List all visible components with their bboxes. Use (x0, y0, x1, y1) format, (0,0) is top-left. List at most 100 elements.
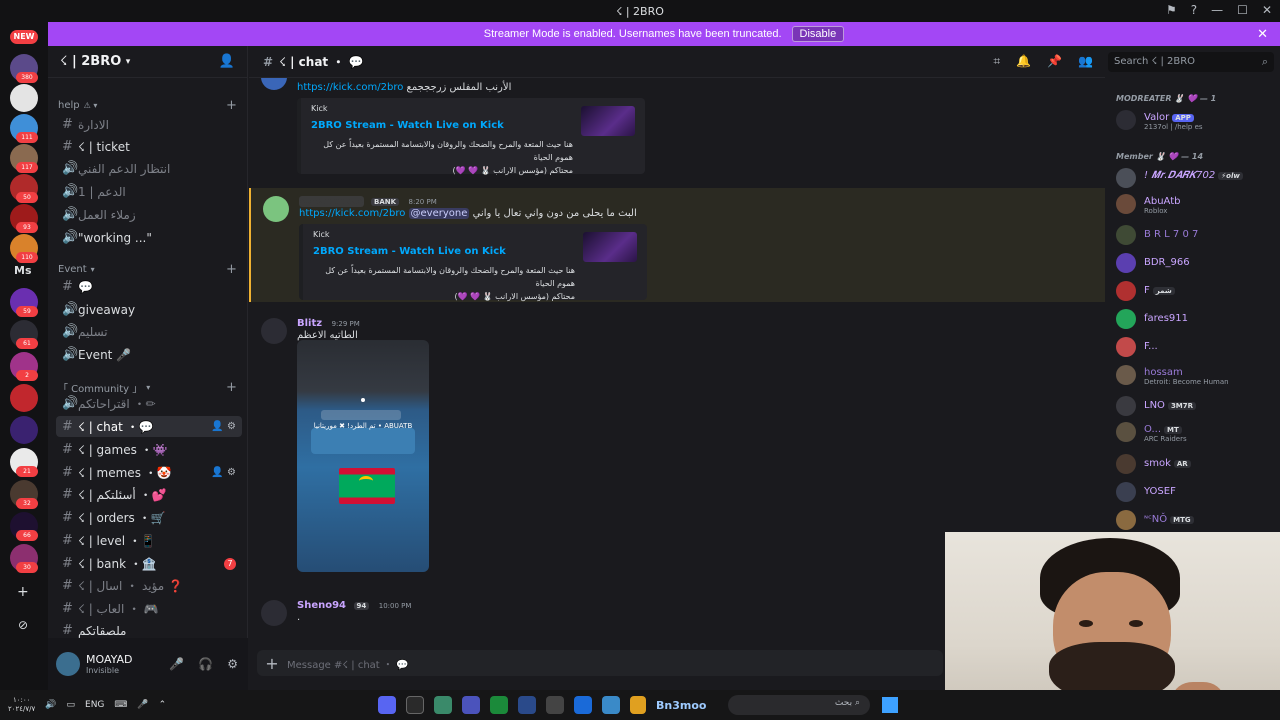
message-link[interactable]: https://kick.com/2bro (299, 208, 405, 219)
embed-thumbnail[interactable] (581, 106, 635, 136)
avatar[interactable] (56, 652, 80, 676)
keyboard-icon[interactable]: ⌨ (114, 700, 127, 710)
member-item[interactable]: O... MT ARC Raiders (1116, 422, 1276, 444)
taskbar-app-label[interactable]: Bn3moo (656, 699, 706, 712)
windows-start-icon[interactable] (882, 697, 898, 713)
pin-icon[interactable]: 📌 (1047, 54, 1062, 69)
voice-channel-item[interactable]: 🔊 انتظار الدعم الفني (56, 158, 242, 179)
member-item[interactable]: ! 𝑴𝒓.𝑫𝑨𝑹𝑲702 ⚡olw (1116, 168, 1276, 190)
language-indicator[interactable]: ENG (85, 700, 104, 710)
server-text-icon[interactable]: Ms (14, 264, 32, 277)
discover-icon[interactable]: ⊘ (18, 618, 28, 632)
everyone-mention[interactable]: @everyone (408, 208, 470, 219)
microphone-icon[interactable]: 🎤 (169, 657, 184, 671)
member-item[interactable]: F... (1116, 337, 1276, 359)
app-icon[interactable] (574, 696, 592, 714)
message-author[interactable]: Blitz 9:29 PM (297, 318, 360, 329)
image-attachment[interactable]: تم الطرد! ✖ موريتانيا • ABUATB (297, 340, 429, 572)
app-icon[interactable] (434, 696, 452, 714)
channel-item[interactable]: # ☇ | bank ・🏦 7 (56, 553, 242, 574)
folder-icon[interactable] (630, 696, 646, 714)
channel-item[interactable]: # ☇ | أسئلتكم ・💕 (56, 484, 242, 505)
search-input[interactable]: Search ☇ | 2BRO ⌕ (1108, 52, 1274, 72)
voice-channel-item[interactable]: 🔊 "working ..." (56, 227, 242, 248)
server-icon[interactable] (10, 384, 38, 412)
voice-channel-item[interactable]: 🔊 giveaway (56, 299, 242, 320)
member-item[interactable]: F شمر (1116, 281, 1276, 303)
embed-title[interactable]: 2BRO Stream - Watch Live on Kick (313, 246, 506, 257)
avatar[interactable] (261, 600, 287, 626)
clock[interactable]: ١٠:٠٠ ٢٠٢٤/٧/٧ (8, 696, 35, 714)
chrome-icon[interactable] (602, 696, 620, 714)
channel-settings-icon[interactable]: 👤 ⚙ (211, 421, 236, 432)
headphones-icon[interactable]: 🎧 (198, 657, 213, 671)
embed-title[interactable]: 2BRO Stream - Watch Live on Kick (311, 120, 504, 131)
message-composer[interactable]: + Message #☇ | chat ・ 💬 (257, 650, 943, 676)
server-icon[interactable] (10, 416, 38, 444)
avatar[interactable] (261, 318, 287, 344)
invite-icon[interactable]: 👤 (219, 54, 235, 69)
gear-icon[interactable]: ⚙ (227, 657, 238, 671)
app-icon[interactable] (546, 696, 564, 714)
member-item[interactable]: fares911 (1116, 309, 1276, 331)
channel-item[interactable]: # ☇ | orders ・🛒 (56, 507, 242, 528)
embed-thumbnail[interactable] (583, 232, 637, 262)
voice-channel-item[interactable]: 🔊 اقتراحاتكم ・✏ (56, 393, 242, 414)
member-item[interactable]: hossam Detroit: Become Human (1116, 365, 1276, 387)
maximize-button[interactable]: ☐ (1237, 3, 1248, 17)
member-item[interactable]: B R L 7 0 7 (1116, 225, 1276, 247)
channel-item[interactable]: # ☇ | مؤيد ・ اسال ❓ (56, 575, 242, 596)
member-item[interactable]: BDR_966 (1116, 253, 1276, 275)
member-item[interactable]: LNO 3M7R (1116, 396, 1276, 418)
member-item[interactable]: smok AR (1116, 454, 1276, 476)
message-link[interactable]: https://kick.com/2bro (297, 82, 403, 93)
message-author[interactable]: xxxxxxxxxx BANK 8:20 PM (299, 196, 437, 207)
avatar[interactable] (261, 78, 287, 90)
add-channel-icon[interactable]: + (226, 262, 237, 277)
chevron-up-icon[interactable]: ⌃ (159, 700, 167, 710)
inbox-icon[interactable]: ⚑ (1166, 3, 1177, 17)
close-banner-icon[interactable]: ✕ (1257, 26, 1268, 42)
voice-channel-item[interactable]: 🔊 تسليم (56, 321, 242, 342)
channel-item[interactable]: # 💬 (56, 276, 242, 297)
mic-tray-icon[interactable]: 🎤 (137, 700, 148, 710)
teams-icon[interactable] (462, 696, 480, 714)
voice-channel-item[interactable]: 🔊 زملاء العمل (56, 204, 242, 225)
member-item[interactable]: ᶰᶜNǑ MTG (1116, 510, 1276, 532)
channel-item[interactable]: # ☇ | games ・👾 (56, 439, 242, 460)
network-icon[interactable]: ▭ (67, 700, 76, 710)
app-icon[interactable] (406, 696, 424, 714)
add-server-icon[interactable]: + (17, 584, 29, 600)
message-input[interactable]: Message #☇ | chat ・ 💬 (287, 656, 409, 671)
store-icon[interactable] (518, 696, 536, 714)
help-icon[interactable]: ? (1191, 3, 1197, 17)
member-item[interactable]: Valor APP 2137ol | /help es (1116, 110, 1276, 132)
member-item[interactable]: AbuAtb Roblox (1116, 194, 1276, 216)
threads-icon[interactable]: ⌗ (993, 54, 1000, 69)
volume-icon[interactable]: 🔊 (45, 700, 56, 710)
channel-item[interactable]: # ☇ | العاب ・ 🎮 (56, 598, 242, 619)
channel-item[interactable]: # ☇ | ticket (56, 136, 242, 157)
members-icon[interactable]: 👥 (1078, 54, 1093, 69)
server-icon[interactable] (10, 84, 38, 112)
channel-item[interactable]: # ☇ | memes ・🤡 👤 ⚙ (56, 462, 242, 483)
voice-channel-item[interactable]: 🔊 Event 🎤 (56, 344, 242, 365)
close-window-button[interactable]: ✕ (1262, 3, 1272, 17)
channel-item[interactable]: # الادارة (56, 114, 242, 135)
server-header[interactable]: ☇ | 2BRO ▾ 👤 (48, 46, 247, 78)
disable-streamer-mode-button[interactable]: Disable (791, 26, 845, 42)
channel-settings-icon[interactable]: 👤 ⚙ (211, 467, 236, 478)
member-item[interactable]: YOSEF (1116, 482, 1276, 504)
add-channel-icon[interactable]: + (226, 98, 237, 113)
message-author[interactable]: Sheno94 94 10:00 PM (297, 600, 411, 611)
discord-app-icon[interactable] (378, 696, 396, 714)
channel-item-chat[interactable]: # ☇ | chat ・💬 👤 ⚙ (56, 416, 242, 437)
add-attachment-icon[interactable]: + (257, 654, 287, 673)
taskbar-search[interactable]: بحث ⌕ (728, 695, 870, 715)
bell-icon[interactable]: 🔔 (1016, 54, 1031, 69)
voice-channel-item[interactable]: 🔊 الدعم | 1 (56, 181, 242, 202)
category-help[interactable]: help ⚠ ▾ + (58, 98, 237, 113)
minimize-button[interactable]: — (1211, 3, 1223, 17)
avatar[interactable] (263, 196, 289, 222)
category-event[interactable]: Event ▾ + (58, 262, 237, 277)
